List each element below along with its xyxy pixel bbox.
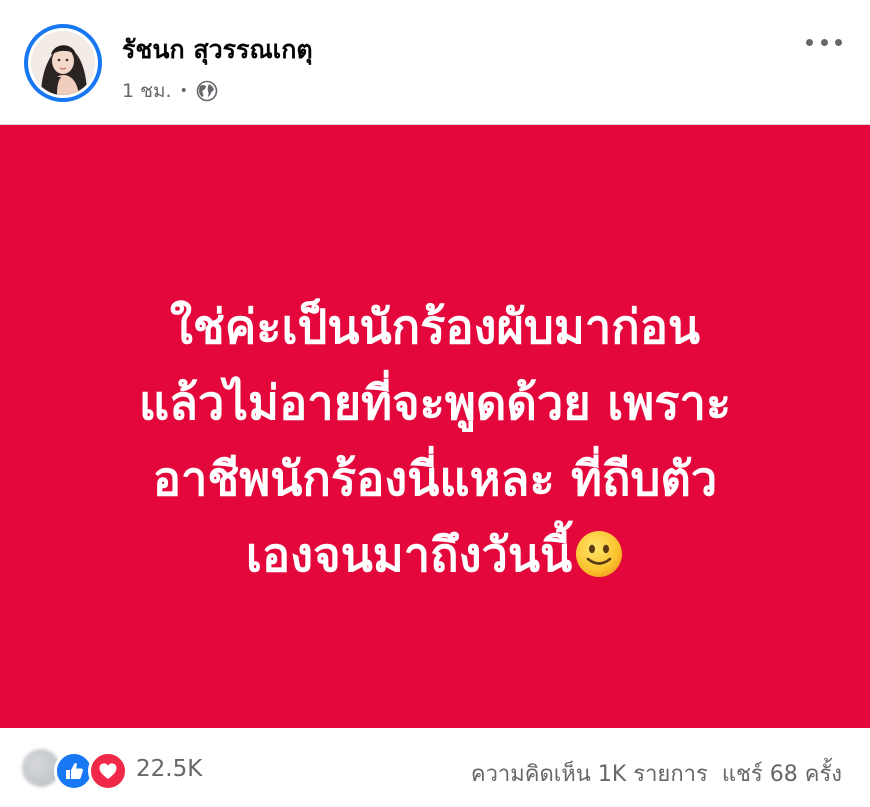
post-text-line: ใช่ค่ะเป็นนักร้องผับมาก่อน (169, 300, 701, 355)
love-icon (88, 751, 128, 791)
more-options-dot (806, 38, 813, 46)
meta-separator: • (179, 83, 188, 99)
globe-icon[interactable] (196, 80, 218, 102)
post-text-line: เองจนมาถึงวันนี้ (245, 528, 573, 583)
post-header: รัชนก สุวรรณเกตุ 1 ชม. • (0, 0, 870, 124)
slightly-smiling-face-icon (574, 526, 624, 577)
avatar-story-ring[interactable] (24, 24, 102, 102)
post-stats: ความคิดเห็น 1K รายการ แชร์ 68 ครั้ง (471, 756, 842, 791)
avatar[interactable] (31, 31, 95, 95)
reaction-count[interactable]: 22.5K (136, 756, 202, 782)
post-text-line-last: เองจนมาถึงวันนี้ (45, 518, 825, 594)
facebook-post: รัชนก สุวรรณเกตุ 1 ชม. • ใช่ค่ะเป็นนักร้… (0, 0, 870, 807)
comment-count[interactable]: ความคิดเห็น 1K รายการ (471, 756, 708, 791)
post-time[interactable]: 1 ชม. (122, 76, 172, 106)
avatar-photo (31, 31, 95, 95)
post-text-line: อาชีพนักร้องนี่แหละ ที่ถีบตัว (152, 452, 718, 507)
author-name[interactable]: รัชนก สุวรรณเกตุ (122, 30, 313, 70)
more-options-dot (835, 38, 842, 46)
colored-text-post: ใช่ค่ะเป็นนักร้องผับมาก่อน แล้วไม่อายที่… (0, 124, 870, 729)
share-count[interactable]: แชร์ 68 ครั้ง (722, 756, 842, 791)
more-options-dot (820, 38, 828, 46)
reaction-icons[interactable] (22, 748, 132, 791)
reactions-bar: 22.5K ความคิดเห็น 1K รายการ แชร์ 68 ครั้… (0, 728, 870, 807)
post-meta: 1 ชม. • (122, 76, 218, 106)
more-options-button[interactable] (806, 32, 842, 52)
post-text: ใช่ค่ะเป็นนักร้องผับมาก่อน แล้วไม่อายที่… (45, 290, 825, 594)
post-text-line: แล้วไม่อายที่จะพูดด้วย เพราะ (138, 376, 732, 431)
